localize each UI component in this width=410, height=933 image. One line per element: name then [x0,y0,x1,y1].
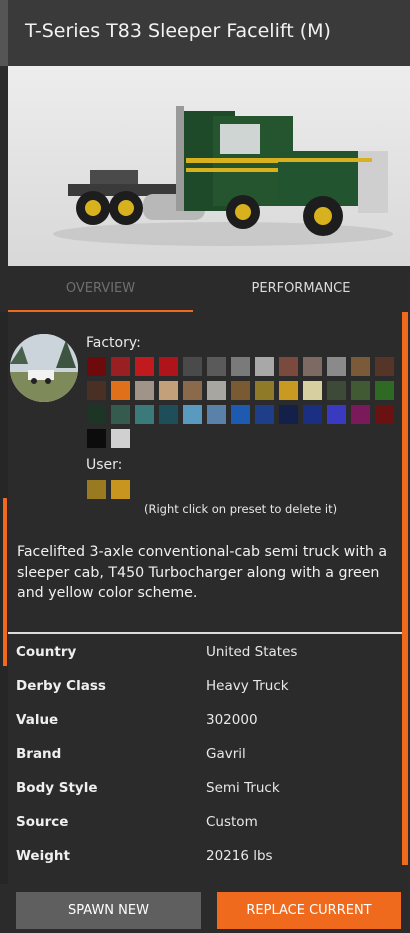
title-accent [0,0,8,66]
title-bar: T-Series T83 Sleeper Facelift (M) [0,0,410,66]
factory-color-swatch[interactable] [255,357,274,376]
factory-color-swatch[interactable] [135,357,154,376]
factory-color-swatch[interactable] [207,357,226,376]
spec-value: 302000 [206,712,258,728]
factory-color-swatch[interactable] [87,429,106,448]
user-color-swatch[interactable] [87,480,106,499]
factory-color-swatch[interactable] [327,405,346,424]
spec-value: Heavy Truck [206,678,289,694]
factory-color-swatch[interactable] [303,405,322,424]
spec-row-body-style: Body Style Semi Truck [8,771,402,805]
factory-color-swatch[interactable] [183,357,202,376]
factory-color-swatch[interactable] [255,381,274,400]
factory-color-swatch[interactable] [375,381,394,400]
factory-color-swatch[interactable] [87,357,106,376]
spec-row-derby-class: Derby Class Heavy Truck [8,669,402,703]
spec-key: Brand [16,746,62,762]
replace-current-button[interactable]: REPLACE CURRENT [217,892,401,929]
factory-color-swatch[interactable] [183,381,202,400]
spec-value: Custom [206,814,258,830]
spec-value: Gavril [206,746,246,762]
factory-color-swatch[interactable] [159,357,178,376]
vehicle-description: Facelifted 3-axle conventional-cab semi … [17,544,388,601]
spec-value: 20216 lbs [206,848,273,864]
factory-color-swatch[interactable] [159,405,178,424]
spec-key: Country [16,644,77,660]
factory-color-swatch[interactable] [375,357,394,376]
spec-key: Body Style [16,780,98,796]
spec-value: United States [206,644,298,660]
tab-bar: OVERVIEW PERFORMANCE [8,266,410,312]
factory-color-swatch[interactable] [279,381,298,400]
vehicle-preview-image [8,66,410,266]
factory-color-swatch[interactable] [159,381,178,400]
user-label: User: [86,457,123,473]
spawn-new-button[interactable]: SPAWN NEW [16,892,201,929]
user-color-swatch[interactable] [111,480,130,499]
tab-overview[interactable]: OVERVIEW [8,266,193,312]
spec-row-weight: Weight 20216 lbs [8,839,402,873]
factory-color-swatch[interactable] [303,357,322,376]
factory-color-swatch[interactable] [279,357,298,376]
spec-row-value: Value 302000 [8,703,402,737]
factory-color-swatch[interactable] [231,381,250,400]
tab-performance[interactable]: PERFORMANCE [206,266,396,312]
factory-color-swatch[interactable] [207,381,226,400]
spec-key: Weight [16,848,70,864]
factory-color-swatch[interactable] [111,405,130,424]
factory-color-swatch[interactable] [183,405,202,424]
factory-color-swatch[interactable] [111,357,130,376]
left-edge [0,312,8,892]
action-bar: SPAWN NEW REPLACE CURRENT [0,884,410,933]
page-title: T-Series T83 Sleeper Facelift (M) [25,20,331,42]
factory-color-swatch[interactable] [111,381,130,400]
factory-color-swatch[interactable] [351,381,370,400]
factory-color-swatch[interactable] [303,381,322,400]
factory-color-swatch[interactable] [351,405,370,424]
section-marker [3,498,7,666]
factory-color-swatch[interactable] [279,405,298,424]
factory-color-swatch[interactable] [375,405,394,424]
spec-key: Derby Class [16,678,106,694]
factory-color-swatch[interactable] [207,405,226,424]
divider [8,632,402,634]
scrollbar[interactable] [402,312,408,865]
factory-label: Factory: [86,335,141,351]
spec-row-country: Country United States [8,635,402,669]
factory-color-swatch[interactable] [327,357,346,376]
factory-color-swatch[interactable] [351,357,370,376]
factory-color-swatch[interactable] [135,405,154,424]
factory-color-swatch[interactable] [231,405,250,424]
spec-row-brand: Brand Gavril [8,737,402,771]
factory-color-swatch[interactable] [327,381,346,400]
factory-color-swatch[interactable] [231,357,250,376]
config-thumbnail [10,334,78,402]
spec-value: Semi Truck [206,780,280,796]
factory-color-swatch[interactable] [255,405,274,424]
spec-key: Value [16,712,59,728]
factory-color-swatch[interactable] [135,381,154,400]
factory-color-swatch[interactable] [111,429,130,448]
delete-hint: (Right click on preset to delete it) [144,502,338,516]
factory-color-swatch[interactable] [87,381,106,400]
spec-key: Source [16,814,69,830]
factory-color-swatch[interactable] [87,405,106,424]
overview-panel: Factory: User: (Right click on preset to… [0,312,410,892]
spec-row-source: Source Custom [8,805,402,839]
